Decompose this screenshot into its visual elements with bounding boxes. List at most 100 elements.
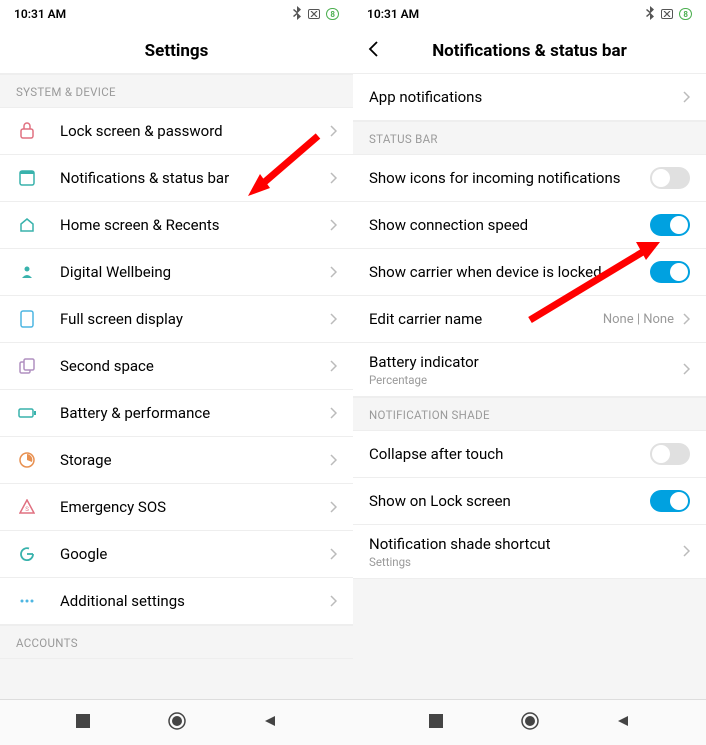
row-battery-indicator[interactable]: Battery indicator Percentage: [353, 343, 706, 397]
row-show-incoming-icons[interactable]: Show icons for incoming notifications: [353, 155, 706, 202]
settings-screen: 10:31 AM 8 Settings SYSTEM & DEVICE Lock…: [0, 0, 353, 745]
battery-icon: [16, 407, 38, 419]
google-icon: [16, 546, 38, 562]
row-label: App notifications: [369, 88, 682, 106]
header: Notifications & status bar: [353, 28, 706, 74]
no-sim-icon: [308, 9, 320, 19]
statusbar: 10:31 AM 8: [353, 0, 706, 28]
chevron-right-icon: [329, 451, 337, 470]
row-label: Show connection speed: [369, 216, 650, 234]
row-label: Home screen & Recents: [60, 216, 329, 234]
chevron-right-icon: [329, 310, 337, 329]
row-label: Show carrier when device is locked: [369, 263, 650, 281]
second-space-icon: [16, 358, 38, 374]
row-value: None | None: [603, 312, 674, 327]
chevron-right-icon: [329, 169, 337, 188]
battery-icon: 8: [326, 8, 339, 20]
home-icon: [16, 217, 38, 233]
row-edit-carrier[interactable]: Edit carrier name None | None: [353, 296, 706, 343]
page-title: Settings: [145, 41, 209, 61]
section-accounts: ACCOUNTS: [0, 625, 353, 659]
battery-icon: 8: [679, 8, 692, 20]
row-show-carrier-locked[interactable]: Show carrier when device is locked: [353, 249, 706, 296]
row-emergency-sos[interactable]: S Emergency SOS: [0, 484, 353, 531]
bluetooth-icon: [645, 6, 655, 23]
row-shade-shortcut[interactable]: Notification shade shortcut Settings: [353, 525, 706, 579]
chevron-right-icon: [682, 88, 690, 107]
chevron-right-icon: [682, 310, 690, 329]
chevron-right-icon: [329, 498, 337, 517]
row-show-connection-speed[interactable]: Show connection speed: [353, 202, 706, 249]
nav-recents[interactable]: [429, 713, 443, 732]
row-home-screen[interactable]: Home screen & Recents: [0, 202, 353, 249]
nav-home[interactable]: [167, 711, 187, 735]
row-second-space[interactable]: Second space: [0, 343, 353, 390]
notification-bar-icon: [16, 170, 38, 186]
chevron-right-icon: [329, 263, 337, 282]
row-additional-settings[interactable]: Additional settings: [0, 578, 353, 625]
status-icons: 8: [292, 6, 339, 23]
bluetooth-icon: [292, 6, 302, 23]
row-label: Notification shade shortcut: [369, 535, 682, 553]
row-label: Digital Wellbeing: [60, 263, 329, 281]
nav-back[interactable]: [263, 713, 277, 732]
row-label: Battery indicator: [369, 353, 682, 371]
toggle-show-lock[interactable]: [650, 490, 690, 512]
notifications-content[interactable]: App notifications STATUS BAR Show icons …: [353, 74, 706, 699]
nav-back[interactable]: [616, 713, 630, 732]
chevron-right-icon: [329, 216, 337, 235]
wellbeing-icon: [16, 264, 38, 280]
row-label: Second space: [60, 357, 329, 375]
header: Settings: [0, 28, 353, 74]
toggle-collapse-touch[interactable]: [650, 443, 690, 465]
no-sim-icon: [661, 9, 673, 19]
row-full-screen[interactable]: Full screen display: [0, 296, 353, 343]
row-label: Google: [60, 545, 329, 563]
section-system-device: SYSTEM & DEVICE: [0, 74, 353, 108]
row-label: Edit carrier name: [369, 310, 603, 328]
toggle-carrier-locked[interactable]: [650, 261, 690, 283]
row-google[interactable]: Google: [0, 531, 353, 578]
row-show-lock-screen[interactable]: Show on Lock screen: [353, 478, 706, 525]
row-storage[interactable]: Storage: [0, 437, 353, 484]
row-battery[interactable]: Battery & performance: [0, 390, 353, 437]
toggle-show-incoming[interactable]: [650, 167, 690, 189]
storage-icon: [16, 452, 38, 468]
row-digital-wellbeing[interactable]: Digital Wellbeing: [0, 249, 353, 296]
chevron-right-icon: [329, 404, 337, 423]
row-lock-screen[interactable]: Lock screen & password: [0, 108, 353, 155]
fullscreen-icon: [16, 310, 38, 328]
section-notification-shade: NOTIFICATION SHADE: [353, 397, 706, 431]
row-label: Show on Lock screen: [369, 492, 650, 510]
row-label: Show icons for incoming notifications: [369, 169, 650, 187]
status-time: 10:31 AM: [367, 7, 419, 21]
more-icon: [16, 598, 38, 604]
toggle-connection-speed[interactable]: [650, 214, 690, 236]
row-label: Storage: [60, 451, 329, 469]
back-button[interactable]: [367, 40, 379, 62]
chevron-right-icon: [329, 592, 337, 611]
svg-text:S: S: [25, 506, 29, 513]
statusbar: 10:31 AM 8: [0, 0, 353, 28]
row-label: Additional settings: [60, 592, 329, 610]
status-icons: 8: [645, 6, 692, 23]
row-label: Notifications & status bar: [60, 169, 329, 187]
page-title: Notifications & status bar: [432, 41, 627, 61]
chevron-right-icon: [682, 542, 690, 561]
row-notifications-statusbar[interactable]: Notifications & status bar: [0, 155, 353, 202]
row-collapse-touch[interactable]: Collapse after touch: [353, 431, 706, 478]
chevron-right-icon: [329, 122, 337, 141]
row-sublabel: Percentage: [369, 373, 682, 387]
navbar: [0, 699, 353, 745]
row-label: Emergency SOS: [60, 498, 329, 516]
row-app-notifications[interactable]: App notifications: [353, 74, 706, 121]
row-label: Collapse after touch: [369, 445, 650, 463]
chevron-right-icon: [682, 360, 690, 379]
notifications-screen: 10:31 AM 8 Notifications & status bar Ap…: [353, 0, 706, 745]
chevron-right-icon: [329, 357, 337, 376]
settings-content[interactable]: SYSTEM & DEVICE Lock screen & password N…: [0, 74, 353, 699]
nav-recents[interactable]: [76, 713, 90, 732]
lock-icon: [16, 122, 38, 140]
nav-home[interactable]: [520, 711, 540, 735]
chevron-right-icon: [329, 545, 337, 564]
